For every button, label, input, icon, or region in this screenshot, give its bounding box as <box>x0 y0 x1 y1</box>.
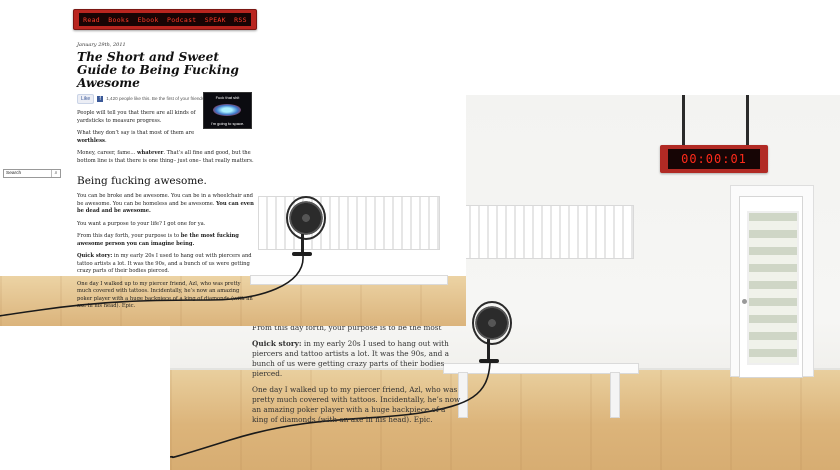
search-icon[interactable]: ⌕ <box>51 170 60 177</box>
paragraph-2: What they don’t say is that most of them… <box>77 130 197 145</box>
paragraph-1: People will tell you that there are all … <box>77 110 196 124</box>
nav-ebook[interactable]: Ebook <box>138 16 159 24</box>
paragraph-4: You can be broke and be awesome. You can… <box>77 193 255 216</box>
background-article-text: From this day forth, your purpose is to … <box>252 323 462 431</box>
nav-read[interactable]: Read <box>83 16 100 24</box>
background-quick-story-label: Quick story: <box>252 339 302 348</box>
space-meme-image[interactable]: Fuck that shit I’m going to space. <box>203 92 252 129</box>
nav-podcast[interactable]: Podcast <box>167 16 197 24</box>
section-heading: Being fucking awesome. <box>77 175 207 187</box>
foreground-screenshot: Read Books Ebook Podcast SPEAK RSS Janua… <box>0 0 466 326</box>
nav-rss[interactable]: RSS <box>234 16 247 24</box>
like-count-text: 1,420 people like this. Be the first of … <box>106 96 206 102</box>
paragraph-7: Quick story: in my early 20s I used to h… <box>77 253 255 276</box>
article: January 29th, 2011 The Short and Sweet G… <box>77 42 255 316</box>
meme-top-caption: Fuck that shit <box>215 95 240 100</box>
post-body: People will tell you that there are all … <box>77 110 255 311</box>
meme-bottom-caption: I’m going to space. <box>210 121 245 126</box>
paragraph-6: From this day forth, your purpose is to … <box>77 233 255 248</box>
paragraph-6-lead: From this day forth, your purpose is to <box>77 233 181 239</box>
nav-speak[interactable]: SPEAK <box>205 16 226 24</box>
post-date: January 29th, 2011 <box>77 42 126 48</box>
paragraph-3-lead: Money, career, fame… <box>77 150 138 156</box>
background-paragraph-2: One day I walked up to my piercer friend… <box>252 385 461 424</box>
paragraph-3: Money, career, fame… whatever. That’s al… <box>77 150 255 165</box>
paragraph-2-bold: worthless <box>77 137 105 144</box>
nav-led-screen: Read Books Ebook Podcast SPEAK RSS <box>79 13 251 26</box>
search-box[interactable]: Search ⌕ <box>3 169 61 178</box>
paragraph-2-end: . <box>104 137 107 144</box>
facebook-icon: f <box>97 96 104 102</box>
search-input[interactable]: Search <box>6 170 21 177</box>
top-nav-led-bar: Read Books Ebook Podcast SPEAK RSS <box>73 9 257 30</box>
planet-icon <box>213 104 241 116</box>
paragraph-3-bold: whatever <box>137 150 164 156</box>
quick-story-label: Quick story: <box>77 253 113 259</box>
paragraph-5: You want a purpose to your life? I got o… <box>77 220 206 227</box>
facebook-like-button[interactable]: Like <box>77 94 95 104</box>
post-title[interactable]: The Short and Sweet Guide to Being Fucki… <box>77 51 255 90</box>
nav-books[interactable]: Books <box>108 16 129 24</box>
paragraph-8: One day I walked up to my piercer friend… <box>77 280 253 310</box>
paragraph-2-lead: What they don’t say is that most of them… <box>77 130 195 136</box>
background-paragraph-1: Quick story: in my early 20s I used to h… <box>252 339 462 379</box>
